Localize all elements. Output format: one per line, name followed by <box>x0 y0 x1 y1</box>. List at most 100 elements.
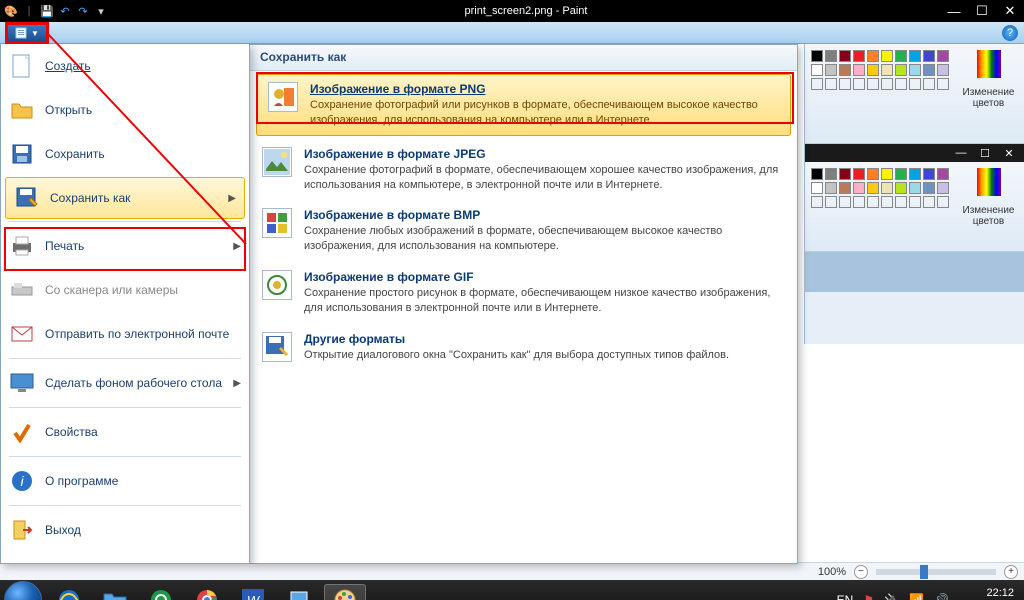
menu-item-print[interactable]: Печать ▶ <box>1 224 249 268</box>
menu-item-about[interactable]: i О программе <box>1 459 249 503</box>
submenu-item-title: Изображение в формате PNG <box>310 82 779 96</box>
tray-flag-icon[interactable]: ⚑ <box>863 593 874 600</box>
menu-item-save[interactable]: Сохранить <box>1 132 249 176</box>
bg-minimize-button[interactable]: — <box>952 147 970 159</box>
submenu-item-gif[interactable]: Изображение в формате GIF Сохранение про… <box>250 262 797 324</box>
taskbar-app2-icon[interactable] <box>278 584 320 600</box>
submenu-item-title: Изображение в формате JPEG <box>304 147 785 161</box>
about-icon: i <box>9 468 35 494</box>
undo-icon[interactable]: ↶ <box>58 4 72 18</box>
taskbar-chrome-icon[interactable] <box>186 584 228 600</box>
submenu-item-png[interactable]: Изображение в формате PNG Сохранение фот… <box>256 74 791 136</box>
taskbar-ie-icon[interactable] <box>48 584 90 600</box>
submenu-title: Сохранить как <box>250 45 797 71</box>
redo-icon[interactable]: ↷ <box>76 4 90 18</box>
menu-item-label: Создать <box>45 59 91 73</box>
saveas-submenu: Сохранить как Изображение в формате PNG … <box>250 44 798 564</box>
submenu-item-desc: Сохранение любых изображений в формате, … <box>304 224 785 254</box>
menu-item-label: Сделать фоном рабочего стола <box>45 376 222 390</box>
maximize-button[interactable]: ☐ <box>968 1 996 21</box>
menu-item-label: Свойства <box>45 425 98 439</box>
menu-item-properties[interactable]: Свойства <box>1 410 249 454</box>
minimize-button[interactable]: — <box>940 1 968 21</box>
menu-item-new[interactable]: Создать <box>1 44 249 88</box>
save-icon[interactable]: 💾 <box>40 4 54 18</box>
taskbar-explorer-icon[interactable] <box>94 584 136 600</box>
workspace: Изменение цветов — ☐ ✕ Изменен <box>0 44 1024 562</box>
menu-item-label: Сохранить как <box>50 191 130 205</box>
submenu-item-desc: Сохранение простого рисунок в формате, о… <box>304 286 785 316</box>
other-formats-icon <box>262 332 292 362</box>
saveas-icon <box>14 185 40 211</box>
edit-colors-icon[interactable] <box>977 50 1001 78</box>
paint-logo-icon: 🎨 <box>4 4 18 18</box>
tray-volume-icon[interactable]: 🔊 <box>934 593 949 600</box>
menu-item-scanner: Со сканера или камеры <box>1 268 249 312</box>
edit-colors-icon-2[interactable] <box>977 168 1001 196</box>
zoom-slider[interactable] <box>876 569 996 575</box>
zoom-slider-thumb[interactable] <box>920 565 928 579</box>
submenu-item-title: Другие форматы <box>304 332 729 346</box>
menu-item-label: О программе <box>45 474 118 488</box>
menu-item-email[interactable]: Отправить по электронной почте <box>1 312 249 356</box>
bg-maximize-button[interactable]: ☐ <box>976 147 994 160</box>
submenu-item-jpeg[interactable]: Изображение в формате JPEG Сохранение фо… <box>250 139 797 201</box>
system-tray: EN ⚑ 🔌 📶 🔊 22:12 03.09.2017 <box>837 587 1020 600</box>
menu-item-label: Со сканера или камеры <box>45 283 178 297</box>
submenu-item-desc: Сохранение фотографий или рисунков в фор… <box>310 98 779 128</box>
edit-colors-label: Изменение цветов <box>959 87 1018 109</box>
submenu-item-bmp[interactable]: Изображение в формате BMP Сохранение люб… <box>250 200 797 262</box>
scanner-icon <box>9 277 35 303</box>
menu-item-exit[interactable]: Выход <box>1 508 249 552</box>
edit-colors-label-2: Изменение цветов <box>959 205 1018 227</box>
titlebar: 🎨 | 💾 ↶ ↷ ▾ print_screen2.png - Paint — … <box>0 0 1024 22</box>
tray-network-icon[interactable]: 📶 <box>909 593 924 600</box>
background-paint-window: Изменение цветов — ☐ ✕ Изменен <box>804 44 1024 344</box>
exit-icon <box>9 517 35 543</box>
tray-lang[interactable]: EN <box>837 593 854 600</box>
menu-separator <box>9 456 241 457</box>
color-palette-2[interactable] <box>811 168 949 208</box>
zoom-out-button[interactable]: − <box>854 565 868 579</box>
menu-separator <box>9 221 241 222</box>
submenu-item-desc: Открытие диалогового окна "Сохранить как… <box>304 348 729 363</box>
color-palette[interactable] <box>811 50 949 90</box>
bg-canvas <box>805 252 1024 292</box>
taskbar: W EN ⚑ 🔌 📶 🔊 22:12 03.09.2017 <box>0 580 1024 600</box>
quick-access: 🎨 | 💾 ↶ ↷ ▾ <box>0 4 112 18</box>
start-button[interactable] <box>4 581 42 600</box>
svg-text:W: W <box>247 593 261 600</box>
taskbar-word-icon[interactable]: W <box>232 584 274 600</box>
qat-dropdown-icon[interactable]: ▾ <box>94 4 108 18</box>
submenu-arrow-icon: ▶ <box>233 241 241 252</box>
submenu-item-other[interactable]: Другие форматы Открытие диалогового окна… <box>250 324 797 371</box>
menu-item-open[interactable]: Открыть <box>1 88 249 132</box>
paint-app-button[interactable]: ▼ <box>6 23 48 43</box>
submenu-arrow-icon: ▶ <box>233 378 241 389</box>
bmp-icon <box>262 208 292 238</box>
qat-separator: | <box>22 4 36 18</box>
tray-power-icon[interactable]: 🔌 <box>884 593 899 600</box>
help-icon[interactable]: ? <box>1002 25 1018 41</box>
jpeg-icon <box>262 147 292 177</box>
menu-separator <box>9 505 241 506</box>
menu-item-label: Открыть <box>45 103 92 117</box>
submenu-item-desc: Сохранение фотографий в формате, обеспеч… <box>304 163 785 193</box>
menu-item-label: Выход <box>45 523 81 537</box>
zoom-in-button[interactable]: + <box>1004 565 1018 579</box>
ribbon-tabstrip: ▼ ? <box>0 22 1024 44</box>
menu-item-label: Отправить по электронной почте <box>45 327 229 341</box>
close-button[interactable]: ✕ <box>996 1 1024 21</box>
menu-separator <box>9 407 241 408</box>
menu-item-desktop[interactable]: Сделать фоном рабочего стола ▶ <box>1 361 249 405</box>
new-icon <box>9 53 35 79</box>
menu-item-saveas[interactable]: Сохранить как ▶ <box>5 177 245 219</box>
taskbar-paint-icon[interactable] <box>324 584 366 600</box>
bg-close-button[interactable]: ✕ <box>1000 147 1018 160</box>
properties-icon <box>9 419 35 445</box>
submenu-arrow-icon: ▶ <box>228 193 236 204</box>
taskbar-app1-icon[interactable] <box>140 584 182 600</box>
zoom-level: 100% <box>818 566 846 578</box>
submenu-item-title: Изображение в формате BMP <box>304 208 785 222</box>
tray-clock[interactable]: 22:12 03.09.2017 <box>959 587 1020 600</box>
